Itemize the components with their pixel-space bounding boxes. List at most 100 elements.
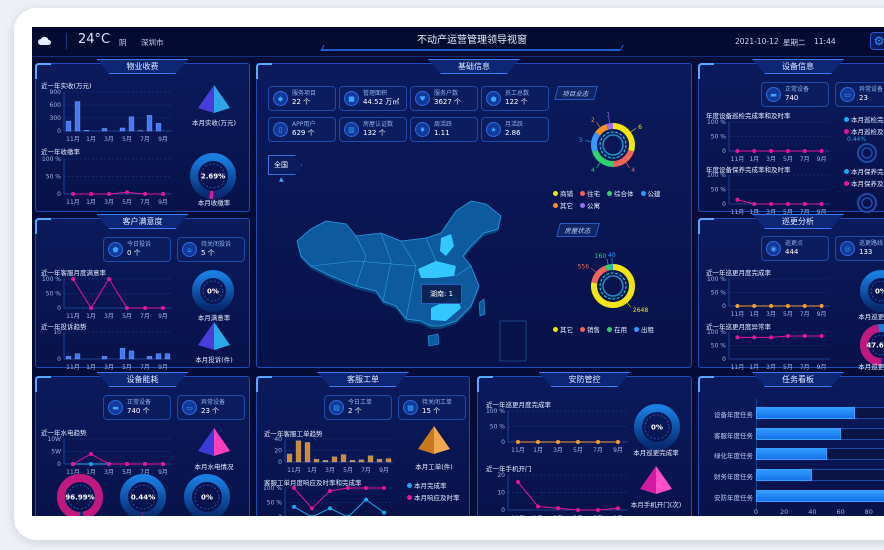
x-tick-label: 7月 bbox=[593, 515, 603, 516]
bar bbox=[164, 353, 171, 360]
task-row[interactable]: 设备年度任务 bbox=[699, 407, 884, 419]
stat-card[interactable]: ▬ 正常设备 740 bbox=[761, 82, 829, 107]
stat-value: 5 个 bbox=[201, 249, 215, 257]
x-tick-label: 7月 bbox=[800, 311, 810, 318]
gauge-value: 0% bbox=[201, 494, 213, 502]
y-tick-label: 900 bbox=[50, 89, 62, 96]
stat-card[interactable]: ▥ 房屋认证数 132 个 bbox=[339, 117, 407, 142]
stat-value: 444 bbox=[785, 248, 799, 256]
legend-item[interactable]: 出租 bbox=[634, 324, 654, 334]
donut-value-label: 3 bbox=[579, 137, 583, 144]
map-region-taiwan[interactable] bbox=[478, 298, 486, 317]
y-tick-label: 0 bbox=[57, 305, 61, 312]
x-tick-label: 3月 bbox=[104, 313, 114, 320]
panel-energy: 设备能耗 ▬ 正常设备 740 个 ▭ 异常设备 23 个 近一年水电趋势 0 5W 10W 1… bbox=[35, 372, 250, 516]
donut-value-label: 1 bbox=[606, 111, 610, 118]
y-tick-label: 10 bbox=[53, 329, 61, 336]
pyramid-label: 本月手机开门(次) bbox=[630, 501, 682, 509]
data-point bbox=[71, 277, 75, 281]
legend-item[interactable]: 本月保养完成率 bbox=[844, 166, 884, 176]
x-tick-label: 40 bbox=[808, 508, 817, 516]
maintenance-ring bbox=[857, 193, 877, 213]
legend-item[interactable]: 本月巡检完成率 bbox=[844, 114, 884, 124]
legend-dot-icon bbox=[640, 191, 646, 196]
bar bbox=[331, 456, 338, 463]
x-tick-label: 3月 bbox=[104, 136, 114, 143]
legend-item[interactable]: 本月完成率 bbox=[407, 480, 460, 490]
y-tick-label: 100 % bbox=[42, 276, 61, 283]
legend-item[interactable]: 公建 bbox=[640, 188, 661, 198]
donut-value-label: 556 bbox=[578, 263, 590, 270]
stat-card[interactable]: ◆ 服务项目 22 个 bbox=[268, 86, 336, 111]
stat-label: 待关闭投诉 bbox=[201, 241, 232, 248]
legend-label: 本月巡检及时率 bbox=[851, 128, 884, 136]
stat-value: 122 个 bbox=[505, 98, 528, 106]
task-bar-fill bbox=[756, 427, 841, 440]
legend-item[interactable]: 在用 bbox=[607, 324, 627, 334]
stat-card[interactable]: ▭ 异常设备 23 bbox=[835, 82, 884, 107]
stat-card[interactable]: ⌂ 待关闭投诉 5 个 bbox=[177, 237, 245, 262]
panel-title: 基础信息 bbox=[428, 59, 520, 74]
stat-card[interactable]: ▤ 今日工单 2 个 bbox=[324, 395, 392, 420]
stat-card[interactable]: ⬟ 今日投诉 0 个 bbox=[103, 237, 171, 262]
legend-dot-icon bbox=[553, 327, 558, 332]
bar bbox=[74, 353, 81, 360]
map-scope-button[interactable]: 全国 bbox=[268, 155, 302, 175]
legend-dot-icon bbox=[844, 129, 849, 134]
gauge-label: 本月巡更完成率 bbox=[633, 449, 679, 457]
data-point bbox=[310, 506, 314, 511]
donut-core-ring bbox=[602, 275, 624, 297]
legend-dot-icon bbox=[844, 169, 849, 174]
panel-device-info: 设备信息 ▬ 正常设备 740 ▭ 异常设备 23 年度设备巡检完成率和及时率 0 50 %… bbox=[698, 59, 884, 216]
stat-card[interactable]: ★ 月活跃 2.86 bbox=[481, 117, 549, 142]
stat-cards: ◉ 巡更点 444 ◎ 巡更路线 133 bbox=[761, 236, 884, 261]
stat-card[interactable]: ♦ 周活跃 1.11 bbox=[410, 117, 478, 142]
pyramid-face bbox=[434, 426, 450, 454]
legend-item[interactable]: 综合体 bbox=[607, 188, 634, 198]
pyramid-face bbox=[214, 85, 230, 113]
legend-item[interactable]: 本月巡检及时率 bbox=[844, 126, 884, 136]
stat-card[interactable]: ▭ 异常设备 23 个 bbox=[177, 395, 245, 420]
project-format-tag: 项目业态 bbox=[554, 86, 598, 100]
x-tick-label: 1月 bbox=[749, 364, 759, 371]
stat-card[interactable]: ● 员工总数 122 个 bbox=[481, 86, 549, 111]
y-tick-label: 0 bbox=[278, 514, 282, 516]
gear-icon[interactable]: ⚙ bbox=[870, 32, 884, 50]
stat-card[interactable]: ▦ 待关闭工单 15 个 bbox=[398, 395, 466, 420]
china-map[interactable] bbox=[296, 196, 536, 366]
task-row[interactable]: 财务年度任务 bbox=[699, 469, 884, 482]
x-tick-label: 20 bbox=[780, 508, 789, 516]
stat-card[interactable]: ◎ 巡更路线 133 bbox=[835, 236, 884, 261]
task-row[interactable]: 安防年度任务 bbox=[699, 489, 884, 502]
legend-item[interactable]: 销售 bbox=[580, 324, 600, 334]
stat-card[interactable]: ■ 管理面积 44.52 万㎡ bbox=[339, 86, 407, 111]
stat-label: 员工总数 bbox=[505, 90, 530, 97]
legend-dot-icon bbox=[607, 191, 612, 196]
map-region-hainan[interactable] bbox=[427, 333, 440, 347]
legend-item[interactable]: 其它 bbox=[553, 324, 573, 334]
legend-item[interactable]: 商铺 bbox=[553, 188, 573, 198]
y-tick-label: 5W bbox=[51, 449, 61, 456]
task-row[interactable]: 绿化年度任务 bbox=[699, 448, 884, 461]
x-tick-label: 3月 bbox=[766, 364, 776, 371]
stat-label: 今日工单 bbox=[348, 399, 373, 406]
donut-leader-line bbox=[585, 140, 592, 142]
task-row[interactable]: 客服年度任务 bbox=[699, 427, 884, 440]
legend-item[interactable]: 住宅 bbox=[580, 188, 600, 198]
legend-item[interactable]: 公寓 bbox=[580, 200, 600, 210]
maintenance-legend: 本月保养完成率本月保养及时率 bbox=[844, 166, 884, 188]
stat-card[interactable]: ▬ 正常设备 740 个 bbox=[103, 395, 171, 420]
stat-card[interactable]: ◉ 巡更点 444 bbox=[761, 236, 829, 261]
stat-card[interactable]: ▯ APP用户 629 个 bbox=[268, 117, 336, 142]
data-point bbox=[735, 335, 740, 340]
legend-item[interactable]: 本月响应及时率 bbox=[407, 492, 460, 502]
legend-item[interactable]: 本月保养及时率 bbox=[844, 178, 884, 188]
legend-item[interactable]: 其它 bbox=[553, 200, 573, 210]
stat-card[interactable]: ♥ 服务户数 3627 个 bbox=[410, 86, 478, 111]
donut-value-label: 160 bbox=[595, 253, 607, 260]
stat-value: 15 个 bbox=[422, 407, 441, 415]
x-tick-label: 1月 bbox=[749, 311, 759, 318]
panel-title: 客服工单 bbox=[317, 372, 409, 387]
legend-label: 在用 bbox=[614, 326, 627, 334]
stat-label: 巡更点 bbox=[785, 240, 804, 247]
